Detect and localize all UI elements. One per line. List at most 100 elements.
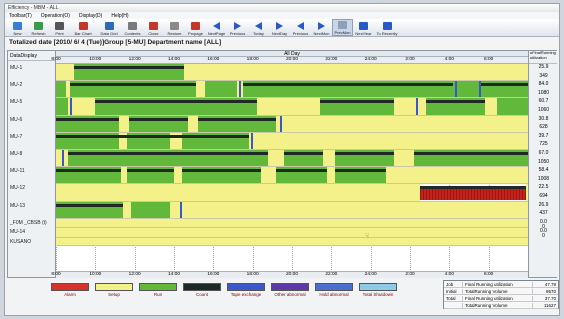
time-tick-label: 16:00 [207,272,220,277]
toolbar-button-label: NextMon [313,31,330,36]
setup-segment [268,150,285,167]
tape-exchange-marker [238,81,241,98]
toolbar-nextday-button[interactable]: NextDay [269,19,290,36]
running-volume-value: 725 [539,141,548,148]
toolbar-button-label: Refresh [31,31,46,36]
row-label: MU-12 [10,185,26,192]
setup-segment [386,167,528,184]
gantt-row[interactable] [56,115,528,133]
gantt-row[interactable] [56,218,528,229]
toolbar-button-label: To Recently [376,31,398,36]
utilization-value: 22.5 [538,184,549,191]
summary-cell: TotalRunning Volume [462,288,532,294]
running-volume-value: 0 [542,232,545,239]
gantt-row[interactable] [56,150,528,168]
new-icon [13,22,22,30]
summary-row: Job Final Running utilization 47.79 [444,281,558,288]
toolbar-button-label: Data Grid [100,31,118,36]
menu-display[interactable]: Display(D) [79,13,102,19]
count-bar [319,100,395,104]
gantt-row[interactable] [56,184,528,202]
gantt-plot[interactable]: All Day 8:00 10:00 12:00 14:00 16:00 18:00 20:… [51,51,528,277]
setup-segment [394,150,414,167]
summary-cell: 47.79 [532,281,558,287]
toolbar-button-label: NextDay [271,31,288,36]
utilization-value: 67.0 [538,150,549,156]
gantt-row[interactable] [56,237,528,247]
running-volume-value: 694 [539,193,548,199]
legend-item-count: Count [183,283,221,297]
toolbar-previous-button[interactable]: Previous [290,19,311,36]
restore-icon [170,22,179,30]
time-tick-label: 4:00 [444,57,454,62]
gantt-row[interactable] [56,64,528,82]
utilization-value: 84.0 [538,81,549,88]
setup-segment [56,184,420,201]
time-tick-label: 12:00 [128,57,141,62]
utilization-value: 25.9 [538,64,549,70]
toolbar-button-label: NextPage [207,31,226,36]
grid-icon [104,22,114,30]
close-icon [149,22,158,30]
gantt-row[interactable] [56,228,528,238]
toolbar-button-label: Close [148,31,159,36]
alarm-segment [419,188,527,200]
toolbar-new-button[interactable]: New [7,19,28,36]
previous-icon [234,22,241,30]
time-tick-label: 22:00 [325,57,338,62]
next-page-icon [213,22,220,30]
gantt-row[interactable] [56,81,528,99]
count-bar [56,134,249,138]
next-day-icon [276,22,283,30]
toolbar-close-button[interactable]: Close [143,19,164,36]
setup-segment [122,201,131,218]
toolbar-bar-chart-button[interactable]: Bar Chart [70,19,96,36]
count-bar [69,83,196,87]
toolbar-nextyear-button[interactable]: NextYear [353,19,374,36]
count-bar [56,117,119,121]
print-icon [55,22,64,30]
refresh-icon [34,22,43,30]
prev-mon-icon [338,21,347,29]
menu-operation[interactable]: Operation(O) [41,13,70,19]
toolbar-contents-button[interactable]: Contents [122,19,143,36]
legend-swatch [359,283,397,291]
count-bar [67,152,269,155]
legend-swatch [183,283,221,291]
toolbar-data-grid-button[interactable]: Data Grid [96,19,122,36]
toolbar-prvpage-button[interactable]: Prvpage [185,19,206,36]
toolbar-nextpage-button[interactable]: NextPage [206,19,227,36]
gantt-row[interactable] [56,201,528,219]
toolbar-button-label: Today [253,31,264,36]
running-volume-value: 1060 [537,107,550,113]
gantt-row[interactable] [56,132,528,150]
setup-segment [170,201,528,218]
toolbar-refresh-button[interactable]: Refresh [28,19,49,36]
summary-cell: 9570 [532,288,558,294]
time-tick-label: 12:00 [128,272,141,277]
count-bar [56,203,123,207]
toolbar-to-recently-button[interactable]: To Recently [374,19,400,36]
utilization-value: 30.8 [538,115,549,122]
count-bar [128,117,188,121]
contents-icon [128,22,137,30]
legend-item-run: Run [139,283,177,297]
toolbar-previous-button[interactable]: Previous [227,19,248,36]
menu-help[interactable]: Help(H) [111,13,128,19]
toolbar-today-button[interactable]: Today [248,19,269,36]
time-tick-label: 10:00 [89,272,102,277]
legend-swatch [271,283,309,291]
menu-toolbar[interactable]: Toolbar(T) [9,13,32,19]
legend-item-other-abnormal: Other abnormal [271,283,309,297]
utilization-value: 39.7 [538,132,549,139]
count-bar [73,66,184,69]
gantt-row[interactable] [56,98,528,116]
toolbar-nextmon-button[interactable]: NextMon [311,19,332,36]
time-tick-label: 24:00 [364,272,377,277]
gantt-row[interactable] [56,167,528,185]
toolbar-print-button[interactable]: Print [49,19,70,36]
toolbar-prevmon-button[interactable]: PrevMon [332,19,353,36]
toolbar-restore-button[interactable]: Restore [164,19,185,36]
legend-item-hold-abnormal: Hold abnormal [315,283,353,297]
summary-table: Job Final Running utilization 47.79 Initial… [443,280,559,309]
